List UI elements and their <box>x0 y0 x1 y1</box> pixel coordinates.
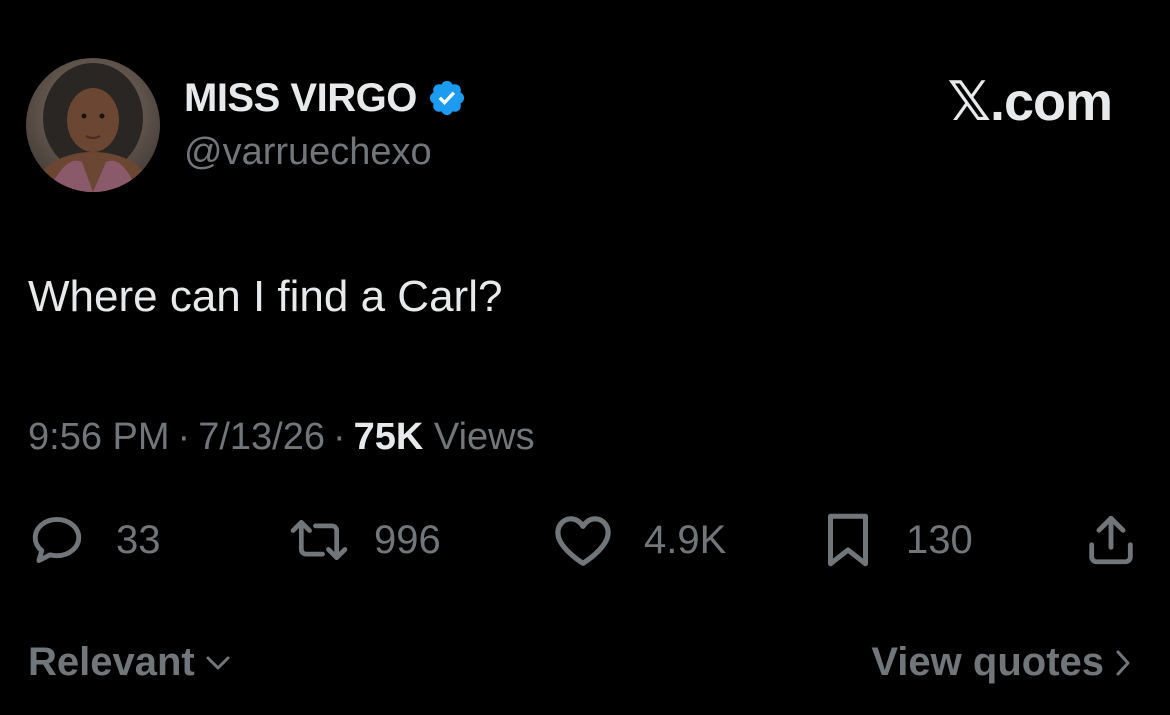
view-quotes-link[interactable]: View quotes <box>871 640 1132 685</box>
tweet-actions: 33 996 4.9K 130 <box>28 508 1142 572</box>
chevron-right-icon <box>1116 650 1130 675</box>
repost-button[interactable]: 996 <box>286 508 441 572</box>
author-name-row[interactable]: MISS VIRGO <box>184 74 467 122</box>
x-logo: 𝕏.com <box>947 72 1113 132</box>
reply-count: 33 <box>116 517 161 562</box>
like-count: 4.9K <box>644 517 727 562</box>
reply-icon <box>32 517 82 563</box>
bookmark-button[interactable]: 130 <box>822 508 973 572</box>
tweet-meta: 9:56 PM · 7/13/26 · 75K Views <box>28 416 535 459</box>
share-icon <box>1089 515 1133 565</box>
like-button[interactable]: 4.9K <box>552 508 726 572</box>
bookmark-count: 130 <box>906 517 973 562</box>
repost-count: 996 <box>374 517 441 562</box>
heart-icon <box>555 516 611 566</box>
tweet-date[interactable]: 7/13/26 <box>198 416 325 458</box>
meta-separator: · <box>332 416 346 458</box>
verified-badge-icon <box>429 80 464 116</box>
display-name[interactable]: MISS VIRGO <box>184 76 417 121</box>
share-button[interactable] <box>1082 508 1140 572</box>
view-quotes-label: View quotes <box>871 640 1104 684</box>
meta-separator: · <box>177 416 191 458</box>
tweet-text: Where can I find a Carl? <box>28 272 503 321</box>
views-label: Views <box>433 416 535 458</box>
profile-photo <box>26 58 160 192</box>
reply-button[interactable]: 33 <box>28 508 161 572</box>
chevron-down-icon <box>206 656 230 669</box>
sort-label: Relevant <box>28 640 195 684</box>
author-handle[interactable]: @varruechexo <box>184 131 432 174</box>
tweet-time[interactable]: 9:56 PM <box>28 416 170 458</box>
views-count: 75K <box>353 416 424 458</box>
sort-dropdown[interactable]: Relevant <box>28 640 231 685</box>
avatar[interactable] <box>26 58 160 192</box>
bookmark-icon <box>828 513 868 567</box>
repost-icon <box>290 519 348 561</box>
